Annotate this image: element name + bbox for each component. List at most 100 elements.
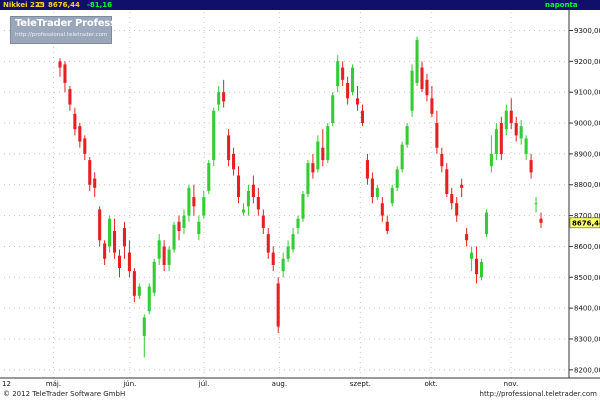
candle-body [370,178,374,198]
candle-body [465,234,469,241]
y-tick-label: 9300,00 [574,27,600,35]
candle-body [256,197,260,210]
candle [410,64,414,117]
change-value: -81,16 [87,1,113,9]
candle-body [167,249,171,265]
candle-body [236,175,241,198]
candle-body [321,147,325,161]
candle-body [415,39,419,83]
candle-body [395,169,399,188]
candle-body [88,160,92,185]
candle-body [296,218,300,228]
candle-body [251,184,255,198]
candle-body [147,286,151,312]
candle [395,166,399,191]
candle [276,277,280,333]
candle-body [470,252,474,259]
candle-body [425,79,429,96]
candle-body [271,252,275,265]
candle-body [489,153,493,167]
candle-body [360,110,365,124]
candle [152,258,156,296]
candle-body [98,209,102,241]
candle-body [113,231,117,253]
x-axis: 12 máj. jún. júl. aug. szept. okt. nov. [2,380,518,388]
candle-body [484,212,488,235]
candle-body [385,221,389,232]
candle-body [207,163,211,191]
candle-body [122,227,127,247]
candle-body [108,218,112,247]
x-tick-label: júl. [198,380,210,388]
candle-body [152,261,156,293]
candle-body [78,126,82,142]
candle-body [187,187,191,216]
copyright-text: © 2012 TeleTrader Software GmbH [3,390,126,398]
candle-body [142,317,146,336]
candle [172,221,176,253]
price-tag-label: 8676,44 [572,219,600,227]
candle-body [227,135,231,161]
candle [306,160,310,198]
period-label: naponta [545,1,578,9]
candle-body [281,258,285,272]
candle-body [202,197,206,216]
candle-body [390,187,394,204]
candle-body [177,221,181,232]
y-tick-label: 8800,00 [574,181,600,189]
candle-body [455,203,459,216]
candle-body [341,67,345,80]
candle-body [291,234,295,250]
x-tick-label: aug. [272,380,287,388]
candle-body [420,67,424,90]
candle-body [346,82,350,99]
candle-body [375,187,379,198]
teletrader-logo: TeleTrader Professional http://professio… [10,16,143,44]
candle [405,123,409,148]
footer: © 2012 TeleTrader Software GmbH http://p… [0,388,600,400]
candle-body [514,123,518,136]
candle-body [460,184,464,188]
candle-body [162,246,166,265]
candle-body [232,153,236,170]
x-tick-label: máj. [46,380,61,388]
candle [484,209,488,238]
candle [212,107,216,167]
logo-brand: TeleTrader Professional [15,18,143,29]
y-tick-label: 9200,00 [574,58,600,66]
candle-body [197,221,201,235]
candle [390,184,394,207]
candle-body [529,160,533,173]
footer-link[interactable]: http://professional.teletrader.com [480,388,597,400]
close-label: C: [37,1,45,9]
candle-body [494,129,498,154]
candle-body [331,95,335,124]
y-tick-label: 8600,00 [574,243,600,251]
candle-body [286,246,290,259]
candle-body [157,240,161,259]
y-tick-label: 8400,00 [574,305,600,313]
candle [499,116,503,161]
logo-url: http://professional.teletrader.com [15,32,108,38]
y-tick-label: 8900,00 [574,150,600,158]
candle-body [261,215,265,228]
y-tick-label: 8500,00 [574,274,600,282]
candle-body [117,255,122,269]
candle-body [266,234,270,253]
candle-body [351,67,355,93]
candle [301,190,305,222]
candle-body [217,92,221,105]
candle-body [306,163,310,194]
candle [400,141,404,173]
y-tick-label: 8300,00 [574,335,600,343]
candle-body [326,126,330,161]
candle [351,64,355,96]
candle-body [504,110,508,130]
x-tick-label: 12 [2,380,11,388]
candle-body [182,215,186,228]
x-tick-label: jún. [122,380,136,388]
candle-body [524,138,528,154]
candle-body [534,203,538,205]
candle-body [222,92,226,102]
candle-body [241,209,246,213]
